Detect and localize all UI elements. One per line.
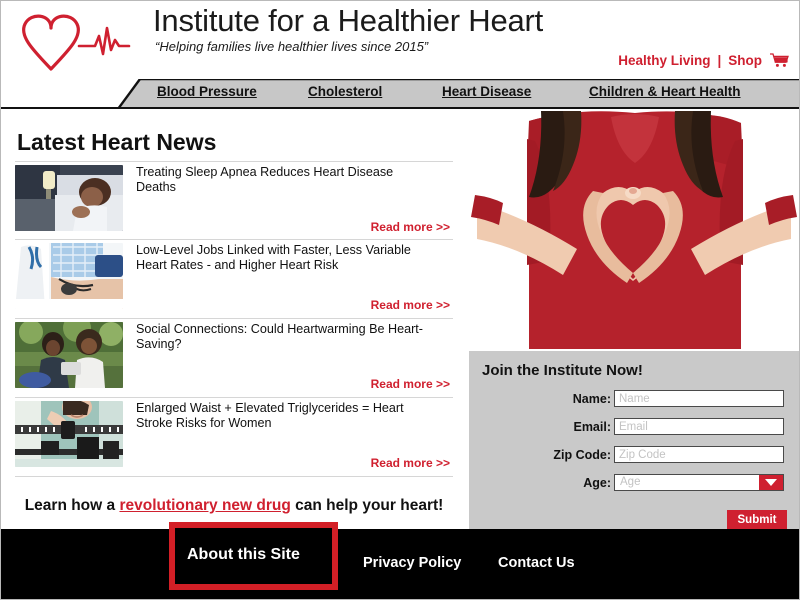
shop-link[interactable]: Shop [728, 53, 762, 68]
link-separator: | [717, 53, 722, 68]
news-thumbnail-two-women-outdoors[interactable] [15, 322, 123, 388]
site-header: Institute for a Healthier Heart “Helping… [1, 1, 799, 79]
latest-news-section: Latest Heart News Treating Sleep Apnea R… [1, 111, 467, 529]
nav-item-children-heart-health[interactable]: Children & Heart Health [589, 84, 741, 99]
read-more-link[interactable]: Read more >> [371, 377, 450, 391]
news-item-body: Social Connections: Could Heartwarming B… [136, 322, 453, 392]
name-label: Name: [572, 392, 611, 406]
site-tagline: “Helping families live healthier lives s… [155, 39, 429, 54]
submit-button[interactable]: Submit [727, 510, 787, 529]
page-root: Institute for a Healthier Heart “Helping… [0, 0, 800, 600]
join-institute-form: Join the Institute Now! Name: Email: Zip… [469, 351, 799, 529]
news-item-body: Treating Sleep Apnea Reduces Heart Disea… [136, 165, 453, 235]
promo-prefix: Learn how a [24, 497, 120, 514]
healthy-living-link[interactable]: Healthy Living [618, 53, 710, 68]
shopping-cart-icon[interactable] [769, 53, 789, 68]
email-field[interactable] [614, 418, 784, 435]
footer-link-contact-us[interactable]: Contact Us [498, 555, 575, 571]
revolutionary-drug-link[interactable]: revolutionary new drug [119, 497, 290, 514]
news-item-title[interactable]: Enlarged Waist + Elevated Triglycerides … [136, 401, 436, 430]
form-row-age: Age: Age [469, 474, 799, 492]
zip-code-label: Zip Code: [553, 448, 611, 462]
promo-suffix: can help your heart! [290, 497, 444, 514]
read-more-link[interactable]: Read more >> [371, 298, 450, 312]
news-list-item[interactable]: Social Connections: Could Heartwarming B… [15, 319, 453, 398]
name-field[interactable] [614, 390, 784, 407]
nav-item-list: Blood Pressure Cholesterol Heart Disease… [1, 79, 799, 107]
join-form-heading: Join the Institute Now! [482, 362, 643, 379]
footer-link-privacy-policy[interactable]: Privacy Policy [363, 555, 461, 571]
news-list-item[interactable]: Treating Sleep Apnea Reduces Heart Disea… [15, 161, 453, 240]
footer-link-about-this-site[interactable]: About this Site [187, 546, 300, 564]
heart-ekg-logo [11, 6, 141, 78]
news-item-body: Enlarged Waist + Elevated Triglycerides … [136, 401, 453, 471]
news-section-heading: Latest Heart News [17, 129, 217, 155]
news-list: Treating Sleep Apnea Reduces Heart Disea… [15, 161, 453, 477]
zip-code-field[interactable] [614, 446, 784, 463]
nav-item-heart-disease[interactable]: Heart Disease [442, 84, 531, 99]
news-thumbnail-weight-scale[interactable] [15, 401, 123, 467]
page-title: Institute for a Healthier Heart [153, 3, 544, 38]
form-row-email: Email: [469, 418, 799, 436]
nav-item-blood-pressure[interactable]: Blood Pressure [157, 84, 257, 99]
news-list-item[interactable]: Enlarged Waist + Elevated Triglycerides … [15, 398, 453, 477]
news-thumbnail-blood-pressure-check[interactable] [15, 243, 123, 309]
hero-image-hands-heart [469, 111, 799, 349]
news-item-title[interactable]: Low-Level Jobs Linked with Faster, Less … [136, 243, 436, 272]
form-row-zip: Zip Code: [469, 446, 799, 464]
promo-banner: Learn how a revolutionary new drug can h… [1, 497, 467, 515]
read-more-link[interactable]: Read more >> [371, 456, 450, 470]
news-item-body: Low-Level Jobs Linked with Faster, Less … [136, 243, 453, 313]
news-list-item[interactable]: Low-Level Jobs Linked with Faster, Less … [15, 240, 453, 319]
header-divider [1, 107, 799, 109]
age-select-value: Age [620, 476, 641, 488]
age-label: Age: [583, 476, 611, 490]
form-row-name: Name: [469, 390, 799, 408]
read-more-link[interactable]: Read more >> [371, 220, 450, 234]
top-utility-links: Healthy Living | Shop [618, 53, 789, 68]
news-item-title[interactable]: Social Connections: Could Heartwarming B… [136, 322, 436, 351]
news-thumbnail-sleeping-woman[interactable] [15, 165, 123, 231]
news-item-title[interactable]: Treating Sleep Apnea Reduces Heart Disea… [136, 165, 436, 194]
main-navigation: Blood Pressure Cholesterol Heart Disease… [1, 79, 799, 109]
age-select[interactable]: Age [614, 474, 784, 491]
nav-item-cholesterol[interactable]: Cholesterol [308, 84, 382, 99]
site-footer: Privacy Policy Contact Us [1, 529, 799, 599]
email-label: Email: [573, 420, 611, 434]
chevron-down-icon[interactable] [759, 475, 783, 490]
